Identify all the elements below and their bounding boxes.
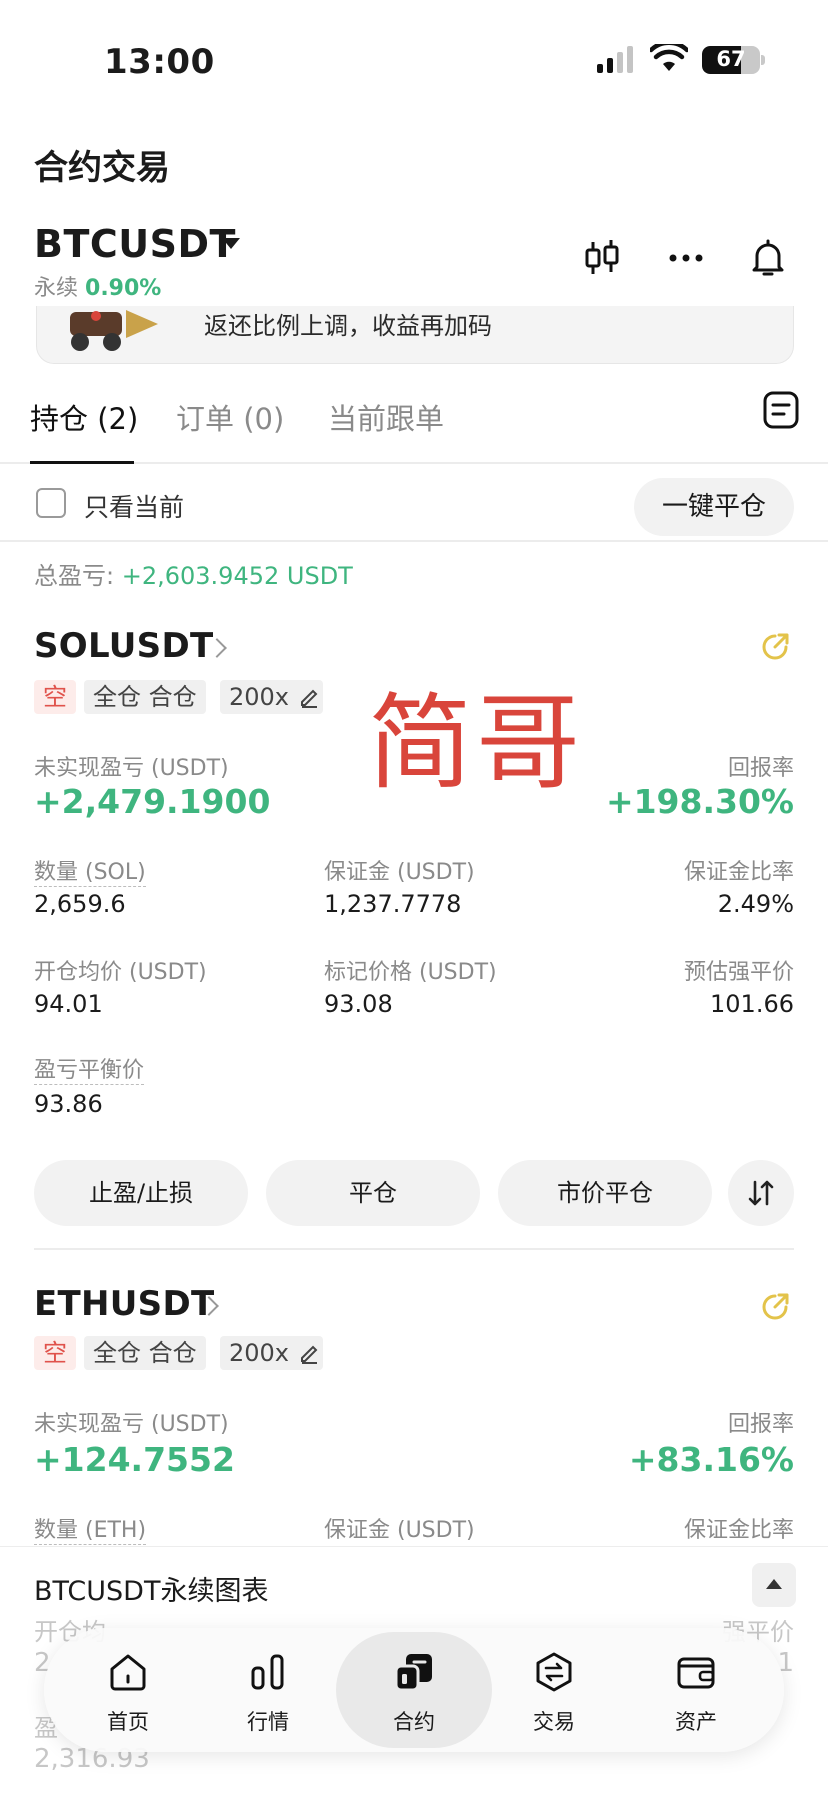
close-position-button[interactable]: 平仓 [266,1160,480,1226]
unrealized-pnl-label: 未实现盈亏 (USDT) [34,1412,229,1437]
market-icon [251,1654,284,1690]
caret-down-icon[interactable] [222,238,240,249]
edit-icon[interactable] [298,686,320,708]
swap-arrows-icon [748,1180,774,1206]
candlestick-icon[interactable] [580,236,624,280]
edit-icon[interactable] [298,1342,320,1364]
symbol-selector[interactable]: BTCUSDT [34,222,236,266]
mark-price-value: 93.08 [324,990,393,1018]
bell-icon[interactable] [746,236,790,280]
quantity-value: 2,659.6 [34,890,126,918]
perpetual-change: 永续 0.90% [34,270,161,302]
bottom-nav: 首页 行情 合约 交易 资产 [44,1628,784,1752]
breakeven-price-value: 93.86 [34,1090,103,1118]
caret-up-icon [766,1579,782,1589]
wallet-icon [677,1657,715,1689]
nav-item-market[interactable]: 行情 [198,1628,338,1752]
reverse-position-button[interactable] [728,1160,794,1226]
nav-label-home: 首页 [107,1710,149,1734]
nav-item-futures[interactable]: 合约 [336,1632,492,1748]
unrealized-pnl-value: +124.7552 [34,1440,235,1479]
margin-ratio-label: 保证金比率 [683,860,794,885]
total-pnl-label: 总盈亏: [34,562,115,590]
chart-panel-bar[interactable]: BTCUSDT永续图表 [0,1546,828,1626]
nav-label-assets: 资产 [675,1710,717,1734]
perpetual-label: 永续 [34,276,79,301]
more-icon[interactable] [664,236,708,280]
margin-mode-tag: 全仓 合仓 [84,680,206,714]
cellular-signal-icon [597,46,633,73]
battery-tip [761,55,765,65]
watermark-text: 简哥 [368,682,585,804]
wifi-icon [650,44,688,71]
margin-ratio-label: 保证金比率 [683,1518,794,1543]
side-tag: 空 [34,680,76,714]
margin-label: 保证金 (USDT) [324,1518,475,1543]
filter-row: 只看当前 一键平仓 [0,470,828,542]
roe-value: +198.30% [605,782,794,821]
nav-item-assets[interactable]: 资产 [626,1628,766,1752]
only-current-label: 只看当前 [84,493,185,522]
position-tabs: 持仓 (2) 订单 (0) 当前跟单 [0,390,828,464]
roe-value: +83.16% [628,1440,794,1479]
tp-sl-button[interactable]: 止盈/止损 [34,1160,248,1226]
tab-copy-trading[interactable]: 当前跟单 [328,396,444,438]
unrealized-pnl-value: +2,479.1900 [34,782,271,821]
roe-label: 回报率 [727,756,794,781]
liquidation-price-label: 预估强平价 [683,960,794,985]
battery-icon: 67 [702,46,760,74]
chart-panel-title: BTCUSDT永续图表 [34,1576,269,1607]
margin-value: 1,237.7778 [324,890,462,918]
position-divider [34,1248,794,1250]
status-time: 13:00 [104,42,215,82]
active-tab-indicator [30,461,134,464]
share-icon[interactable] [758,1290,792,1324]
nav-item-home[interactable]: 首页 [58,1628,198,1752]
position-symbol[interactable]: ETHUSDT [34,1284,214,1324]
leverage-value: 200x [229,683,290,711]
only-current-checkbox[interactable] [36,488,66,518]
home-icon [110,1654,146,1691]
entry-price-value: 94.01 [34,990,103,1018]
tab-orders[interactable]: 订单 (0) [176,396,284,438]
nav-label-market: 行情 [247,1710,289,1734]
page-title: 合约交易 [34,148,170,188]
document-icon[interactable] [762,390,800,430]
nav-label-futures: 合约 [393,1710,435,1734]
liquidation-price-value: 101.66 [710,990,794,1018]
margin-ratio-value: 2.49% [717,890,794,918]
quantity-label[interactable]: 数量 (SOL) [34,860,146,887]
entry-price-label: 开仓均价 (USDT) [34,960,207,985]
total-pnl-value: +2,603.9452 USDT [121,562,353,590]
total-pnl: 总盈亏: +2,603.9452 USDT [34,556,353,591]
quantity-label[interactable]: 数量 (ETH) [34,1518,147,1545]
margin-label: 保证金 (USDT) [324,860,475,885]
price-change: 0.90% [85,276,162,301]
leverage-value: 200x [229,1339,290,1367]
share-icon[interactable] [758,630,792,664]
banner-illustration-icon [70,310,158,351]
tab-positions[interactable]: 持仓 (2) [30,396,138,438]
banner-text: 返还比例上调，收益再加码 [204,312,492,340]
close-all-button[interactable]: 一键平仓 [634,478,794,536]
futures-icon [394,1654,432,1692]
market-close-button[interactable]: 市价平仓 [498,1160,712,1226]
battery-percent: 67 [716,47,746,71]
unrealized-pnl-label: 未实现盈亏 (USDT) [34,756,229,781]
chart-expand-button[interactable] [752,1563,796,1607]
breakeven-price-label[interactable]: 盈亏平衡价 [34,1058,145,1085]
nav-label-trade: 交易 [533,1710,575,1734]
position-symbol[interactable]: SOLUSDT [34,626,213,666]
margin-mode-tag: 全仓 合仓 [84,1336,206,1370]
side-tag: 空 [34,1336,76,1370]
roe-label: 回报率 [727,1412,794,1437]
trade-icon [536,1652,572,1692]
nav-item-trade[interactable]: 交易 [484,1628,624,1752]
mark-price-label: 标记价格 (USDT) [324,960,497,985]
